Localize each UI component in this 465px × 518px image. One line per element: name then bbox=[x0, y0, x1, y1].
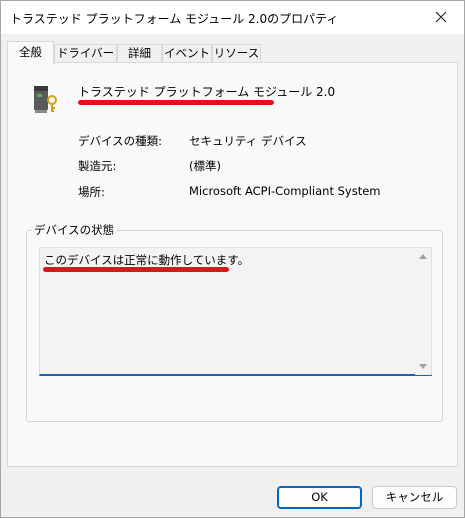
tab-details[interactable]: 詳細 bbox=[117, 44, 162, 63]
manufacturer-label: 製造元: bbox=[78, 159, 117, 173]
device-status-group-title: デバイスの状態 bbox=[32, 222, 117, 238]
window-title: トラステッド プラットフォーム モジュール 2.0のプロパティ bbox=[10, 12, 339, 26]
device-status-group: デバイスの状態 このデバイスは正常に動作しています。 bbox=[26, 222, 443, 422]
security-device-icon bbox=[34, 86, 57, 113]
tab-driver[interactable]: ドライバー bbox=[54, 44, 117, 63]
location-label: 場所: bbox=[78, 185, 105, 199]
tab-resources[interactable]: リソース bbox=[212, 44, 261, 63]
device-type-label: デバイスの種類: bbox=[78, 134, 163, 148]
ok-button[interactable]: OK bbox=[277, 486, 362, 509]
tab-events[interactable]: イベント bbox=[162, 44, 212, 63]
scroll-down-icon[interactable] bbox=[419, 364, 427, 369]
location-value: Microsoft ACPI-Compliant System bbox=[189, 184, 381, 198]
scroll-up-icon[interactable] bbox=[419, 254, 427, 259]
title-bar: トラステッド プラットフォーム モジュール 2.0のプロパティ bbox=[1, 1, 464, 34]
cancel-button[interactable]: キャンセル bbox=[372, 486, 457, 509]
properties-dialog: トラステッド プラットフォーム モジュール 2.0のプロパティ 全般 ドライバー… bbox=[0, 0, 465, 518]
device-status-textbox[interactable]: このデバイスは正常に動作しています。 bbox=[39, 247, 432, 376]
close-icon bbox=[435, 11, 447, 23]
redaction-mark bbox=[78, 100, 274, 105]
device-type-value: セキュリティ デバイス bbox=[189, 134, 307, 148]
manufacturer-value: (標準) bbox=[189, 159, 221, 173]
tab-general[interactable]: 全般 bbox=[7, 41, 54, 64]
status-scrollbar[interactable] bbox=[415, 248, 431, 375]
general-tab-panel: トラステッド プラットフォーム モジュール 2.0 デバイスの種類: セキュリテ… bbox=[7, 62, 458, 467]
close-button[interactable] bbox=[418, 1, 464, 33]
device-name: トラステッド プラットフォーム モジュール 2.0 bbox=[78, 85, 336, 99]
redaction-mark bbox=[43, 267, 229, 272]
device-status-text: このデバイスは正常に動作しています。 bbox=[44, 253, 250, 267]
